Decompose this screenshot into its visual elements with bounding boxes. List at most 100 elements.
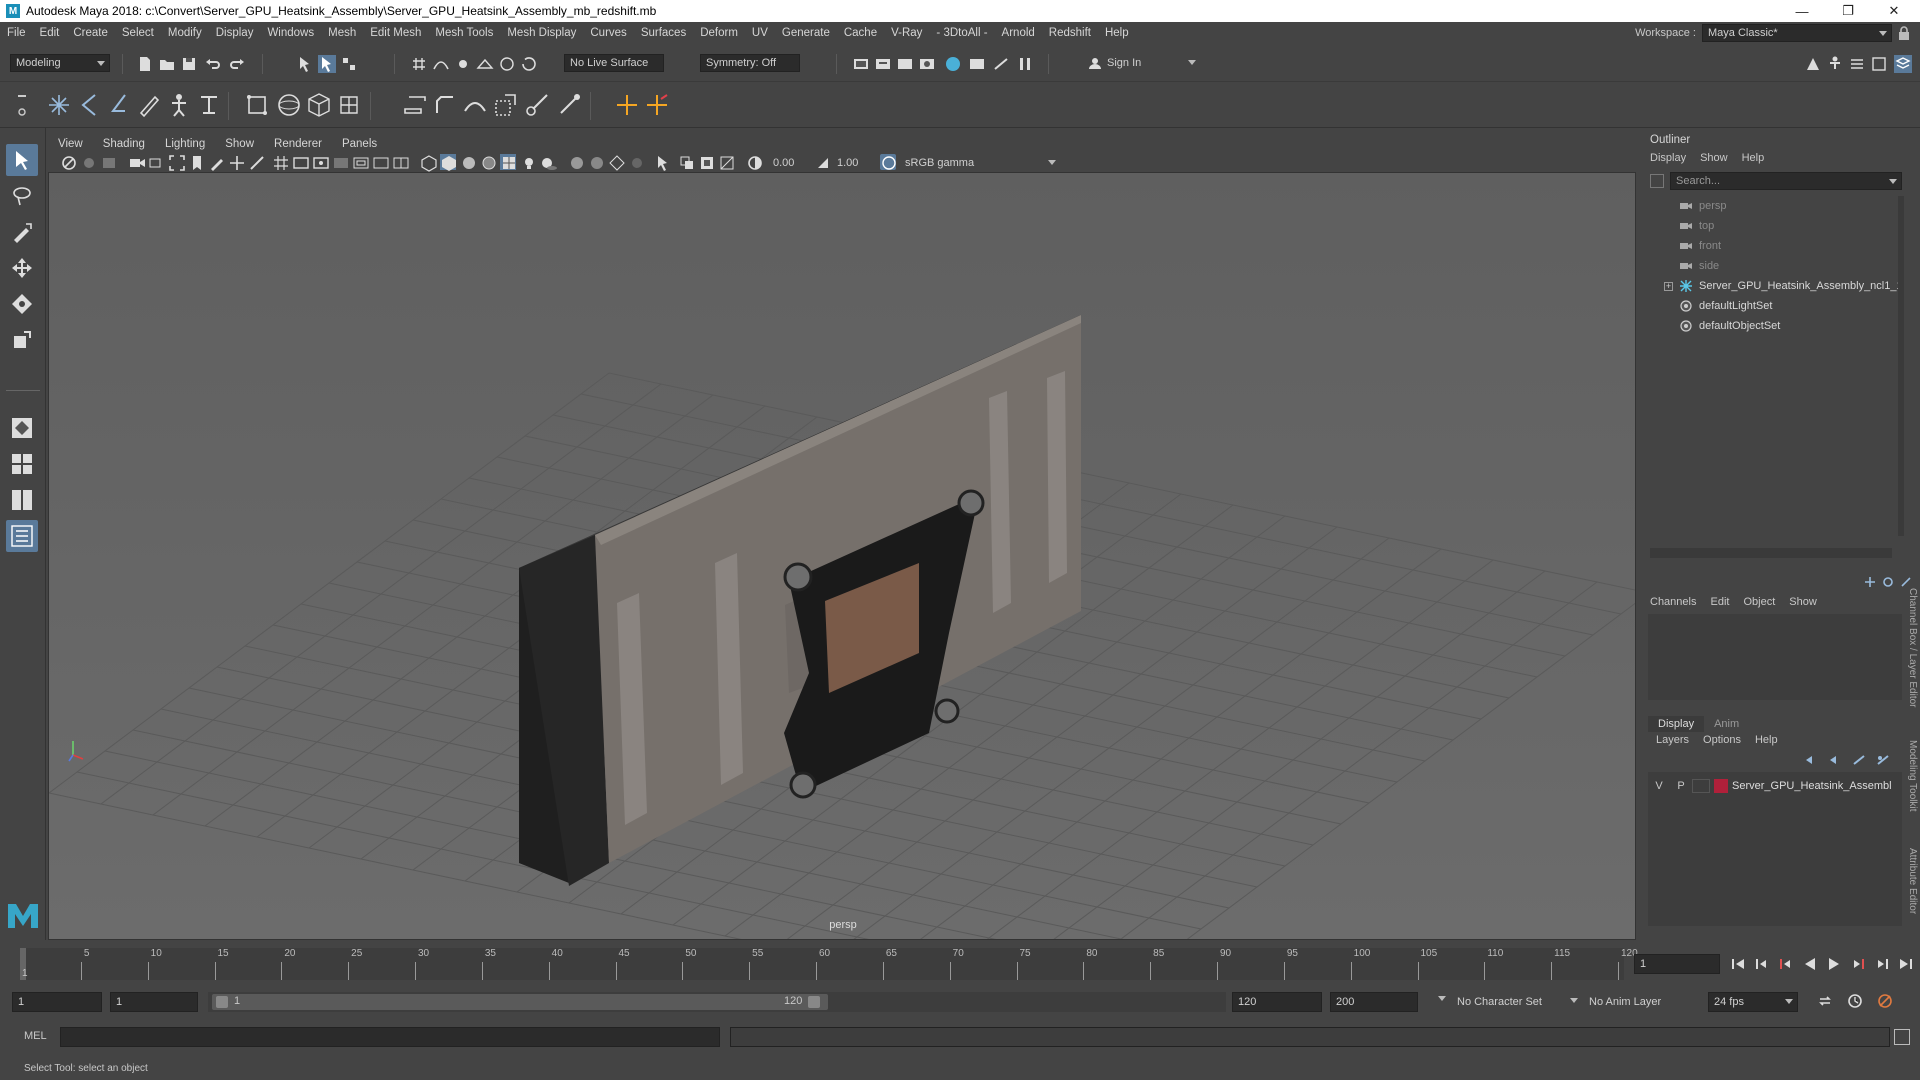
multi-cut-icon[interactable] — [522, 90, 552, 120]
open-scene-icon[interactable] — [158, 55, 176, 73]
script-editor-icon[interactable] — [1894, 1029, 1910, 1045]
menu-3dtoall[interactable]: - 3DtoAll - — [929, 27, 994, 39]
xray-icon[interactable] — [678, 154, 694, 170]
expand-icon[interactable]: + — [1664, 281, 1673, 291]
play-backwards-icon[interactable] — [1802, 956, 1818, 972]
attribute-editor-icon[interactable] — [1848, 55, 1866, 73]
save-scene-icon[interactable] — [180, 55, 198, 73]
film-gate-icon[interactable] — [292, 154, 309, 170]
outliner-filter-icon[interactable] — [1650, 174, 1664, 188]
workspace-dropdown[interactable]: Maya Classic* — [1702, 24, 1892, 42]
isolate-select-icon[interactable] — [654, 154, 670, 171]
undo-icon[interactable] — [204, 55, 222, 73]
layer-visibility-toggle[interactable]: V — [1648, 780, 1670, 792]
side-tab-attribute-editor[interactable]: Attribute Editor — [1904, 848, 1918, 938]
layer-display-type[interactable] — [1692, 779, 1710, 793]
outliner-item[interactable]: + Server_GPU_Heatsink_Assembly_ncl1_1 — [1644, 276, 1903, 296]
snap-history-icon[interactable] — [520, 55, 538, 73]
select-by-component-icon[interactable] — [340, 55, 358, 73]
extrude-icon[interactable] — [400, 90, 430, 120]
humanik-icon[interactable] — [194, 90, 224, 120]
color-space-dropdown[interactable]: sRGB gamma — [900, 154, 1060, 172]
time-slider[interactable]: 5 10 15 20 25 30 35 40 45 50 55 60 65 70 75 80 85 90 95 100… — [0, 944, 1920, 984]
side-tab-channel-box[interactable]: Channel Box / Layer Editor — [1904, 588, 1918, 728]
loop-icon[interactable] — [1816, 992, 1834, 1010]
play-forwards-icon[interactable] — [1826, 956, 1842, 972]
menu-select[interactable]: Select — [115, 27, 161, 39]
default-material-icon[interactable] — [460, 154, 476, 170]
snap-curve-icon[interactable] — [432, 55, 450, 73]
layers-menu-help[interactable]: Help — [1755, 734, 1778, 746]
new-layer-selected-icon[interactable] — [1876, 754, 1890, 766]
auto-key-icon[interactable] — [1846, 992, 1864, 1010]
anim-layer-dropdown[interactable]: No Anim Layer — [1584, 992, 1684, 1012]
maximize-button[interactable]: ❐ — [1826, 0, 1870, 22]
select-by-hierarchy-icon[interactable] — [296, 55, 314, 73]
menu-edit[interactable]: Edit — [33, 27, 67, 39]
tool-settings-icon[interactable] — [1870, 55, 1888, 73]
paint-select-tool-icon[interactable] — [6, 216, 38, 248]
cylinder-icon[interactable] — [334, 90, 364, 120]
skeleton-joint-icon[interactable] — [164, 90, 194, 120]
vp-menu-lighting[interactable]: Lighting — [155, 138, 215, 150]
menu-mesh-display[interactable]: Mesh Display — [500, 27, 583, 39]
tab-display[interactable]: Display — [1648, 716, 1705, 732]
gamma-field[interactable]: 1.00 — [832, 154, 874, 172]
new-layer-icon[interactable] — [1852, 754, 1866, 766]
redshift-render-icon[interactable] — [944, 55, 962, 73]
close-button[interactable]: ✕ — [1872, 0, 1916, 22]
curve-cv-icon[interactable] — [44, 90, 74, 120]
range-slider-handle[interactable] — [212, 994, 828, 1010]
redo-icon[interactable] — [228, 55, 246, 73]
bevel-icon[interactable] — [430, 90, 460, 120]
camera-icon[interactable] — [128, 154, 145, 170]
grease-pencil-tool-icon[interactable] — [248, 154, 264, 170]
channel-box-pin-icon[interactable] — [1900, 576, 1912, 588]
select-tool-icon[interactable] — [6, 144, 38, 176]
menu-modify[interactable]: Modify — [161, 27, 209, 39]
menu-edit-mesh[interactable]: Edit Mesh — [363, 27, 428, 39]
step-forward-frame-icon[interactable] — [1874, 956, 1890, 972]
side-tab-modeling-toolkit[interactable]: Modeling Toolkit — [1904, 740, 1918, 836]
motion-blur-icon[interactable] — [588, 154, 604, 170]
vp-menu-renderer[interactable]: Renderer — [264, 138, 332, 150]
hypershade-icon[interactable] — [918, 55, 936, 73]
menu-display[interactable]: Display — [209, 27, 261, 39]
mel-command-input[interactable] — [60, 1027, 720, 1047]
menu-vray[interactable]: V-Ray — [884, 27, 929, 39]
scale-tool-icon[interactable] — [6, 324, 38, 356]
render-frame-icon[interactable] — [852, 55, 870, 73]
chevron-down-icon[interactable] — [1570, 998, 1578, 1003]
range-slider-track[interactable]: 1 120 — [208, 992, 1226, 1012]
outliner-item[interactable]: side — [1644, 256, 1719, 276]
live-surface-field[interactable]: No Live Surface — [564, 54, 664, 72]
sphere-icon[interactable] — [274, 90, 304, 120]
menu-mesh[interactable]: Mesh — [321, 27, 363, 39]
exposure-icon[interactable] — [746, 154, 762, 170]
center-pivot-icon[interactable] — [612, 90, 642, 120]
xray-joints-icon[interactable] — [698, 154, 714, 170]
menu-deform[interactable]: Deform — [693, 27, 745, 39]
go-to-start-icon[interactable] — [1730, 956, 1746, 972]
layers-menu-layers[interactable]: Layers — [1656, 734, 1689, 746]
menu-windows[interactable]: Windows — [260, 27, 321, 39]
menu-cache[interactable]: Cache — [837, 27, 884, 39]
menu-uv[interactable]: UV — [745, 27, 775, 39]
snap-view-plane-icon[interactable] — [476, 55, 494, 73]
character-set-dropdown[interactable]: No Character Set — [1452, 992, 1572, 1012]
gamma-icon[interactable] — [814, 154, 830, 170]
range-slider-end-grip[interactable] — [808, 996, 820, 1008]
curve-ep-icon[interactable] — [74, 90, 104, 120]
two-d-pan-zoom-icon[interactable] — [228, 154, 244, 170]
select-by-object-icon[interactable] — [318, 55, 336, 73]
gate-mask-icon[interactable] — [332, 154, 348, 170]
camera-attributes-icon[interactable] — [60, 154, 76, 170]
xray-components-icon[interactable] — [718, 154, 734, 170]
outliner-menu-show[interactable]: Show — [1700, 152, 1728, 164]
perspective-viewport[interactable]: persp — [48, 172, 1636, 940]
bridge-icon[interactable] — [460, 90, 490, 120]
bookmark-icon[interactable] — [80, 154, 96, 170]
sign-in-button[interactable]: Sign In — [1084, 54, 1200, 72]
move-layer-up-icon[interactable] — [1804, 754, 1818, 766]
outliner-item[interactable]: defaultLightSet — [1644, 296, 1772, 316]
